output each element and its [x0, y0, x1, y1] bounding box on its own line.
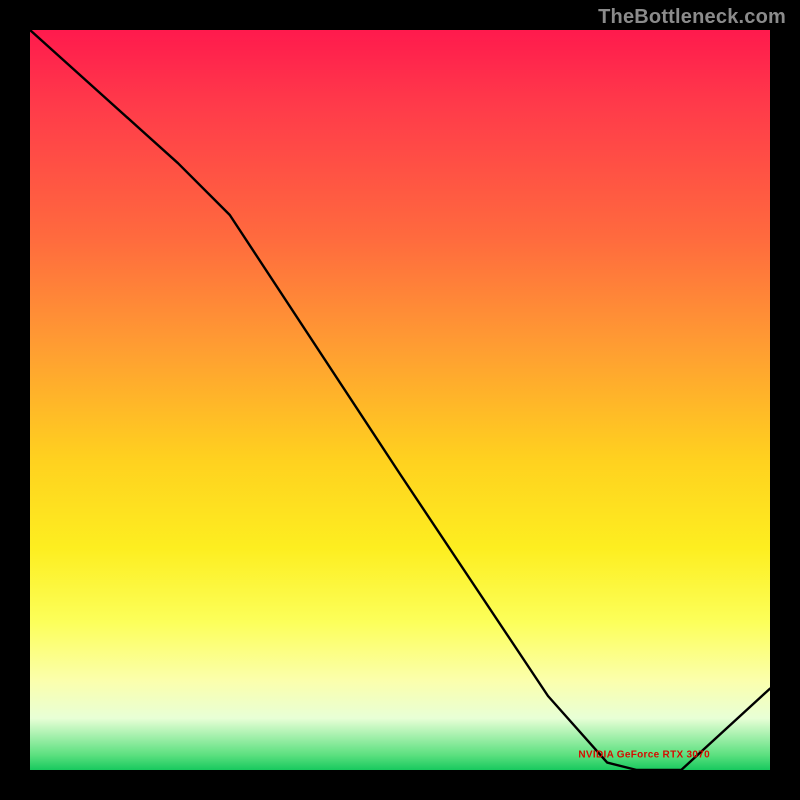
plot-area: NVIDIA GeForce RTX 3070 — [30, 30, 770, 770]
annotation-label: NVIDIA GeForce RTX 3070 — [578, 750, 710, 761]
chart-stage: TheBottleneck.com NVIDIA GeForce RTX 307… — [0, 0, 800, 800]
line-curve — [30, 30, 770, 770]
curve-path — [30, 30, 770, 770]
watermark-text: TheBottleneck.com — [598, 6, 786, 29]
